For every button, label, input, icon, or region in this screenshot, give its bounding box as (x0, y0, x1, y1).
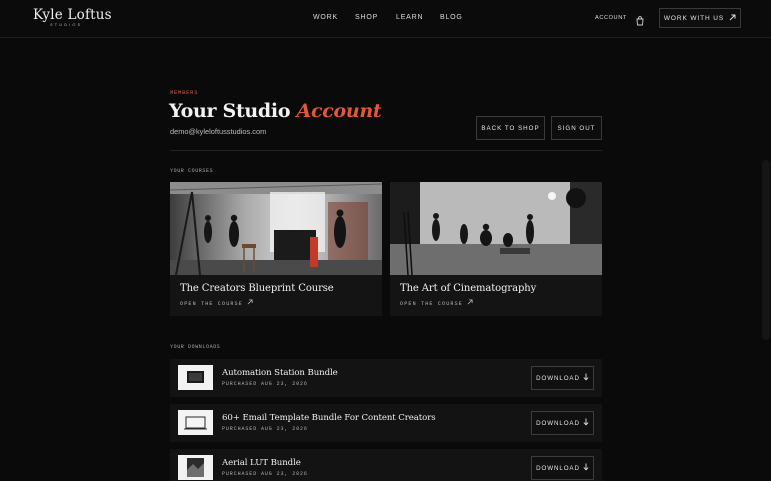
download-label: DOWNLOAD (536, 464, 580, 472)
nav-link-learn[interactable]: LEARN (396, 14, 423, 21)
page-scrollbar[interactable] (762, 160, 770, 340)
download-title: Aerial LUT Bundle (222, 458, 301, 468)
nav-link-blog[interactable]: BLOG (440, 14, 463, 21)
download-button[interactable]: DOWNLOAD (531, 366, 594, 390)
page-title: Your Studio Account (169, 100, 382, 122)
arrow-up-right-icon (247, 299, 253, 307)
course-image (170, 182, 382, 275)
title-main: Your Studio (169, 100, 291, 122)
nav-link-shop[interactable]: SHOP (355, 14, 378, 21)
course-title: The Art of Cinematography (400, 283, 537, 294)
open-course-label: OPEN THE COURSE (180, 301, 244, 307)
download-date: PURCHASED AUG 23, 2026 (222, 381, 308, 387)
sign-out-button[interactable]: SIGN OUT (551, 116, 602, 140)
download-button[interactable]: DOWNLOAD (531, 456, 594, 480)
download-row: 60+ Email Template Bundle For Content Cr… (170, 404, 602, 442)
download-arrow-icon (583, 463, 589, 473)
download-button[interactable]: DOWNLOAD (531, 411, 594, 435)
title-accent: Account (296, 100, 382, 122)
brand-name: Kyle Loftus (33, 7, 112, 23)
arrow-up-right-icon (467, 299, 473, 307)
download-title: 60+ Email Template Bundle For Content Cr… (222, 413, 436, 423)
download-thumbnail (178, 455, 213, 480)
work-with-us-label: WORK WITH US (663, 14, 725, 22)
arrow-up-right-icon (729, 14, 736, 23)
open-course-link[interactable]: OPEN THE COURSE (400, 299, 473, 307)
account-email: demo@kyleloftusstudios.com (170, 127, 267, 136)
work-with-us-button[interactable]: WORK WITH US (659, 8, 741, 28)
download-title: Automation Station Bundle (222, 368, 338, 378)
download-label: DOWNLOAD (536, 419, 580, 427)
open-course-label: OPEN THE COURSE (400, 301, 464, 307)
download-row: Automation Station Bundle PURCHASED AUG … (170, 359, 602, 397)
back-to-shop-button[interactable]: BACK TO SHOP (476, 116, 545, 140)
download-arrow-icon (583, 373, 589, 383)
download-thumbnail (178, 410, 213, 435)
account-link[interactable]: ACCOUNT (595, 15, 627, 21)
nav-link-work[interactable]: WORK (313, 14, 338, 21)
downloads-label: YOUR DOWNLOADS (170, 344, 221, 350)
open-course-link[interactable]: OPEN THE COURSE (180, 299, 253, 307)
course-image (390, 182, 602, 275)
download-arrow-icon (583, 418, 589, 428)
download-label: DOWNLOAD (536, 374, 580, 382)
download-thumbnail (178, 365, 213, 390)
header-divider (170, 150, 602, 151)
download-date: PURCHASED AUG 23, 2026 (222, 471, 308, 477)
course-title: The Creators Blueprint Course (180, 283, 334, 294)
download-date: PURCHASED AUG 23, 2026 (222, 426, 308, 432)
courses-label: YOUR COURSES (170, 168, 214, 174)
brand-logo[interactable]: Kyle Loftus STUDIOS (33, 8, 113, 27)
download-row: Aerial LUT Bundle PURCHASED AUG 23, 2026… (170, 449, 602, 481)
brand-sub: STUDIOS (50, 23, 83, 27)
shopping-bag-icon[interactable] (636, 13, 644, 26)
members-eyebrow: MEMBERS (170, 90, 199, 96)
course-card[interactable]: The Art of Cinematography OPEN THE COURS… (390, 182, 602, 316)
top-nav: Kyle Loftus STUDIOS WORK SHOP LEARN BLOG… (0, 0, 771, 38)
course-card[interactable]: The Creators Blueprint Course OPEN THE C… (170, 182, 382, 316)
